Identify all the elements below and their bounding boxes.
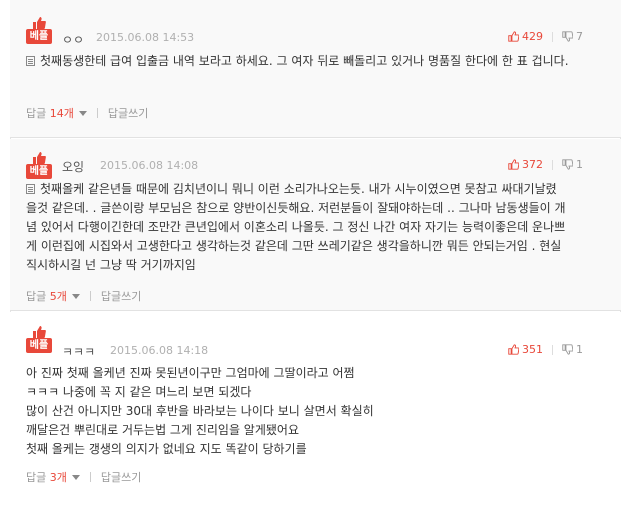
comment-author[interactable]: 오잉 xyxy=(62,158,84,175)
best-comment-badge: 베플 xyxy=(26,152,52,179)
divider xyxy=(96,108,98,118)
thumbs-up-icon xyxy=(508,159,520,170)
comment-body: 아 진짜 첫째 올케년 진짜 못된년이구만 그엄마에 그딸이라고 어쩜 ㅋㅋㅋ … xyxy=(26,364,606,459)
chevron-down-icon xyxy=(78,111,87,116)
thumbs-up-icon xyxy=(33,152,46,164)
write-reply-button[interactable]: 답글쓰기 xyxy=(101,290,141,303)
reply-row: 답글 5개 답글쓰기 xyxy=(26,288,141,304)
comment-line: 을것 같은데. . 글쓴이랑 부모님은 참으로 양반이신듯해요. 저런분들이 잘… xyxy=(26,201,566,215)
comment-body: 첫째동생한테 급여 입출금 내역 보라고 하세요. 그 여자 뒤로 빼돌리고 있… xyxy=(26,52,606,71)
comment-line: ㅋㅋㅋ 나중에 꼭 지 같은 며느리 보면 되겠다 xyxy=(26,385,252,399)
comment-author[interactable]: ㅇㅇ xyxy=(62,31,84,48)
comment-item: 베플 ㅋㅋㅋ 2015.06.08 14:18 351 1 아 진짜 첫째 올케… xyxy=(10,312,621,500)
comment-date: 2015.06.08 14:53 xyxy=(96,31,195,44)
reply-count: 3개 xyxy=(49,471,67,484)
best-badge-label: 베플 xyxy=(26,29,52,44)
divider xyxy=(89,291,91,301)
upvote-button[interactable]: 429 xyxy=(508,30,543,43)
reply-row: 답글 14개 답글쓰기 xyxy=(26,105,148,121)
reply-count: 5개 xyxy=(49,290,67,303)
replies-toggle[interactable]: 답글 3개 xyxy=(26,471,80,484)
upvote-count: 429 xyxy=(522,30,543,43)
comment-line: 념 있어서 다행이긴한데 조만간 큰년입에서 이혼소리 나올듯. 그 정신 나간… xyxy=(26,220,566,234)
comment-body: 첫째올케 같은년들 때문에 김치년이니 뭐니 이런 소리가나오는듯. 내가 시누… xyxy=(26,180,606,275)
comment-line: 첫째올케 같은년들 때문에 김치년이니 뭐니 이런 소리가나오는듯. 내가 시누… xyxy=(40,182,557,196)
upvote-button[interactable]: 372 xyxy=(508,158,543,171)
comment-line: 첫째 올케는 갱생의 의지가 없네요 지도 똑같이 당하기를 xyxy=(26,442,307,456)
upvote-count: 351 xyxy=(522,343,543,356)
thumbs-up-icon xyxy=(33,326,46,338)
comment-line: 아 진짜 첫째 올케년 진짜 못된년이구만 그엄마에 그딸이라고 어쩜 xyxy=(26,366,355,380)
thumbs-down-icon xyxy=(562,31,574,42)
comment-item: 베플 오잉 2015.06.08 14:08 372 1 첫째올케 같은년들 때… xyxy=(10,139,621,311)
vote-divider xyxy=(552,160,553,170)
thumbs-up-icon xyxy=(33,17,46,29)
chevron-down-icon xyxy=(71,475,80,480)
comment-author[interactable]: ㅋㅋㅋ xyxy=(62,343,95,360)
replies-toggle[interactable]: 답글 5개 xyxy=(26,290,80,303)
vote-divider xyxy=(552,32,553,42)
best-comment-badge: 베플 xyxy=(26,17,52,44)
best-badge-label: 베플 xyxy=(26,338,52,353)
comment-item: 베플 ㅇㅇ 2015.06.08 14:53 429 7 첫째동생한테 급여 입… xyxy=(10,0,621,138)
comment-date: 2015.06.08 14:08 xyxy=(100,159,199,172)
comment-line: 첫째동생한테 급여 입출금 내역 보라고 하세요. 그 여자 뒤로 빼돌리고 있… xyxy=(40,54,569,68)
chevron-down-icon xyxy=(71,294,80,299)
comment-line: 게 이런집에 시집와서 고생한다고 생각하는것 같은데 그딴 쓰레기같은 생각을… xyxy=(26,239,562,253)
downvote-count: 1 xyxy=(576,158,583,171)
write-reply-button[interactable]: 답글쓰기 xyxy=(101,471,141,484)
vote-divider xyxy=(552,345,553,355)
thumbs-down-icon xyxy=(562,159,574,170)
upvote-count: 372 xyxy=(522,158,543,171)
document-icon xyxy=(26,56,35,66)
thumbs-up-icon xyxy=(508,344,520,355)
document-icon xyxy=(26,184,35,194)
comment-date: 2015.06.08 14:18 xyxy=(110,344,209,357)
best-badge-label: 베플 xyxy=(26,164,52,179)
comment-line: 많이 산건 아니지만 30대 후반을 바라보는 나이다 보니 살면서 확실히 xyxy=(26,404,374,418)
downvote-button[interactable]: 1 xyxy=(562,158,583,171)
write-reply-button[interactable]: 답글쓰기 xyxy=(108,107,148,120)
downvote-count: 1 xyxy=(576,343,583,356)
downvote-button[interactable]: 7 xyxy=(562,30,583,43)
downvote-button[interactable]: 1 xyxy=(562,343,583,356)
comment-line: 깨달은건 뿌린대로 거두는법 그게 진리임을 알게됐어요 xyxy=(26,423,299,437)
best-comment-badge: 베플 xyxy=(26,326,52,353)
thumbs-down-icon xyxy=(562,344,574,355)
divider xyxy=(89,472,91,482)
reply-row: 답글 3개 답글쓰기 xyxy=(26,469,141,485)
downvote-count: 7 xyxy=(576,30,583,43)
upvote-button[interactable]: 351 xyxy=(508,343,543,356)
thumbs-up-icon xyxy=(508,31,520,42)
reply-count: 14개 xyxy=(49,107,74,120)
replies-toggle[interactable]: 답글 14개 xyxy=(26,107,87,120)
comment-line: 직시하시길 넌 그냥 딱 거기까지임 xyxy=(26,258,196,272)
